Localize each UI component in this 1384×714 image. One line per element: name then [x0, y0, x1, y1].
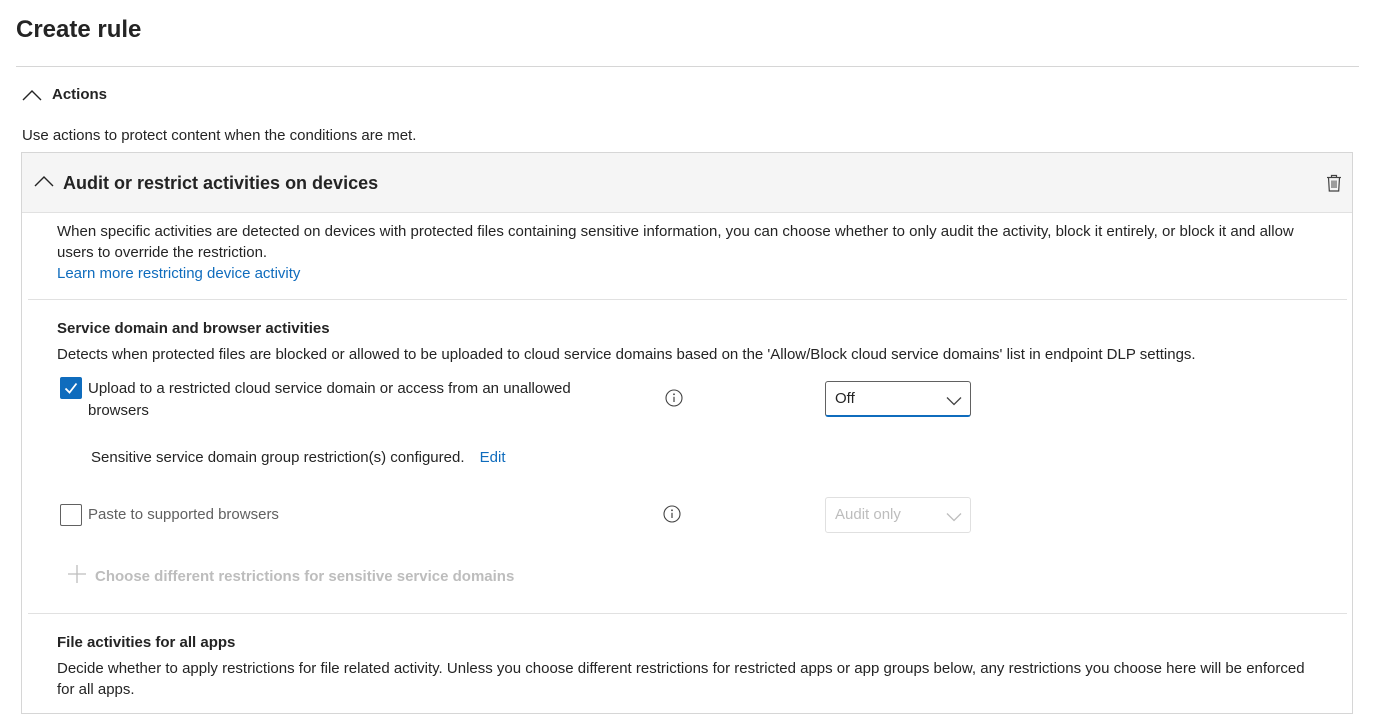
- actions-section-toggle[interactable]: Actions: [22, 86, 107, 103]
- learn-more-link[interactable]: Learn more restricting device activity: [57, 265, 300, 282]
- file-section-title: File activities for all apps: [57, 634, 236, 651]
- trash-icon[interactable]: [1326, 174, 1342, 196]
- divider: [28, 613, 1347, 614]
- card-title: Audit or restrict activities on devices: [63, 173, 379, 193]
- edit-link[interactable]: Edit: [480, 449, 506, 466]
- chevron-down-icon: [946, 393, 962, 410]
- page-title: Create rule: [16, 16, 142, 43]
- restriction-note: Sensitive service domain group restricti…: [91, 449, 506, 466]
- title-divider: [16, 66, 1359, 67]
- device-activities-card: Audit or restrict activities on devices …: [21, 152, 1353, 714]
- paste-checkbox[interactable]: [60, 504, 82, 526]
- upload-action-select[interactable]: Off: [825, 381, 971, 417]
- paste-action-select[interactable]: Audit only: [825, 497, 971, 533]
- restriction-note-text: Sensitive service domain group restricti…: [91, 449, 465, 466]
- card-intro: When specific activities are detected on…: [57, 221, 1317, 284]
- checkmark-icon: [64, 382, 78, 394]
- paste-action-value: Audit only: [835, 506, 901, 523]
- chevron-up-icon: [22, 89, 42, 101]
- chevron-down-icon: [946, 509, 962, 526]
- info-icon[interactable]: [663, 505, 681, 527]
- divider: [28, 299, 1347, 300]
- file-section-description: Decide whether to apply restrictions for…: [57, 660, 1305, 698]
- actions-description: Use actions to protect content when the …: [22, 127, 417, 144]
- choose-restrictions-label: Choose different restrictions for sensit…: [95, 567, 515, 585]
- card-header: Audit or restrict activities on devices: [22, 153, 1352, 213]
- service-section-description: Detects when protected files are blocked…: [57, 346, 1196, 363]
- upload-action-value: Off: [835, 390, 855, 407]
- plus-icon: [67, 564, 87, 588]
- paste-checkbox-label: Paste to supported browsers: [88, 506, 279, 523]
- choose-restrictions-button[interactable]: Choose different restrictions for sensit…: [67, 564, 514, 588]
- intro-text: When specific activities are detected on…: [57, 223, 1294, 261]
- info-icon[interactable]: [665, 389, 683, 411]
- service-section-title: Service domain and browser activities: [57, 320, 330, 337]
- chevron-up-icon[interactable]: [34, 174, 54, 191]
- actions-label: Actions: [52, 86, 108, 103]
- upload-checkbox-label: Upload to a restricted cloud service dom…: [88, 380, 571, 419]
- upload-checkbox[interactable]: [60, 377, 82, 399]
